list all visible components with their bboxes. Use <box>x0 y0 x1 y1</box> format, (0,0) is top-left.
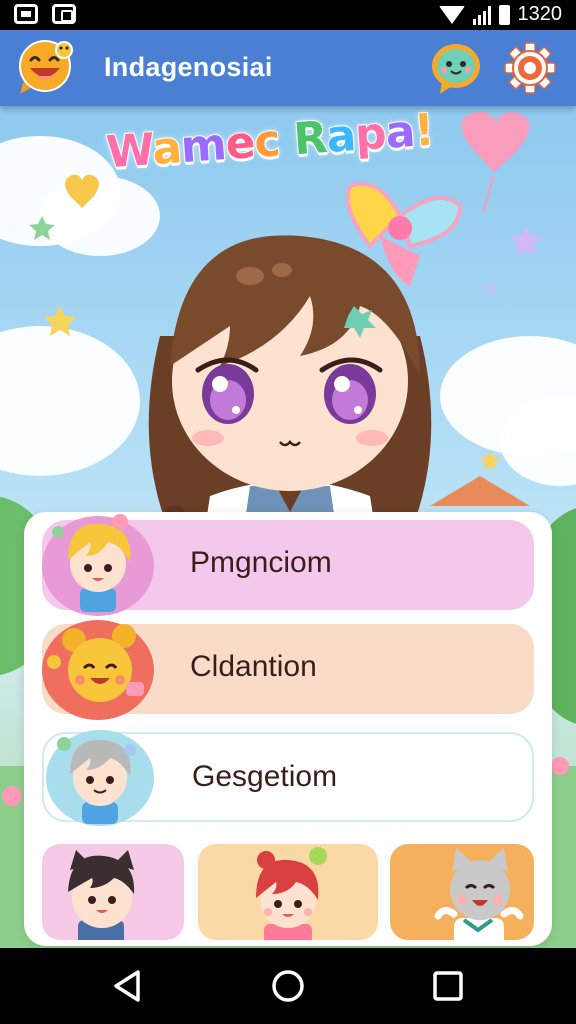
signal-icon <box>472 5 491 25</box>
blonde-child-avatar-icon <box>42 514 154 616</box>
app-bar: Indagenosiai <box>0 30 576 106</box>
app-title: Indagenosiai <box>104 52 273 82</box>
menu-card: Pmgnciom Cldantion Gesgetiom <box>24 512 552 946</box>
banner-title-part: ! <box>411 106 436 158</box>
app-logo-icon <box>19 40 73 94</box>
settings-gear-button[interactable] <box>504 42 556 94</box>
banner-title-part: p <box>352 107 388 162</box>
tile-red-haired-girl[interactable] <box>198 844 378 940</box>
back-icon[interactable] <box>108 966 148 1006</box>
yellow-bear-avatar-icon <box>42 620 154 720</box>
recents-icon[interactable] <box>428 966 468 1006</box>
status-indicators: 1320 <box>438 3 563 26</box>
grey-cat-avatar-icon <box>434 848 524 940</box>
menu-item-gesgetiom[interactable]: Gesgetiom <box>42 730 534 826</box>
status-notifications <box>14 4 76 24</box>
home-icon[interactable] <box>268 966 308 1006</box>
banner-title-part: c <box>252 114 296 169</box>
red-haired-girl-avatar-icon <box>256 847 327 940</box>
chat-mascot-button[interactable] <box>430 40 482 96</box>
menu-item-cldantion[interactable]: Cldantion <box>42 620 534 720</box>
status-bar: 1320 <box>0 0 576 30</box>
screenshot-notification-icon <box>52 4 76 24</box>
banner-title-part: a <box>383 106 417 160</box>
banner-title-part: e <box>223 116 257 171</box>
banner-title-part: R <box>291 111 329 166</box>
menu-item-label: Gesgetiom <box>192 760 338 793</box>
cat-eared-boy-avatar-icon <box>68 850 135 940</box>
banner-title-part: a <box>324 109 358 164</box>
status-time: 1320 <box>517 3 563 25</box>
menu-item-label: Pmgnciom <box>190 546 332 579</box>
notification-icon <box>14 4 38 24</box>
menu-item-label: Cldantion <box>190 650 317 683</box>
navigation-bar <box>0 948 576 1024</box>
tile-cat-eared-boy[interactable] <box>42 844 184 940</box>
wifi-icon <box>438 5 465 24</box>
home-scene: Wamec Rapa! Pmgnciom Cldantion Gesgetiom <box>0 106 576 948</box>
grey-haired-child-avatar-icon <box>46 730 154 826</box>
menu-item-pmgnciom[interactable]: Pmgnciom <box>42 514 534 616</box>
tile-grey-cat[interactable] <box>390 844 534 940</box>
battery-icon <box>498 4 510 25</box>
